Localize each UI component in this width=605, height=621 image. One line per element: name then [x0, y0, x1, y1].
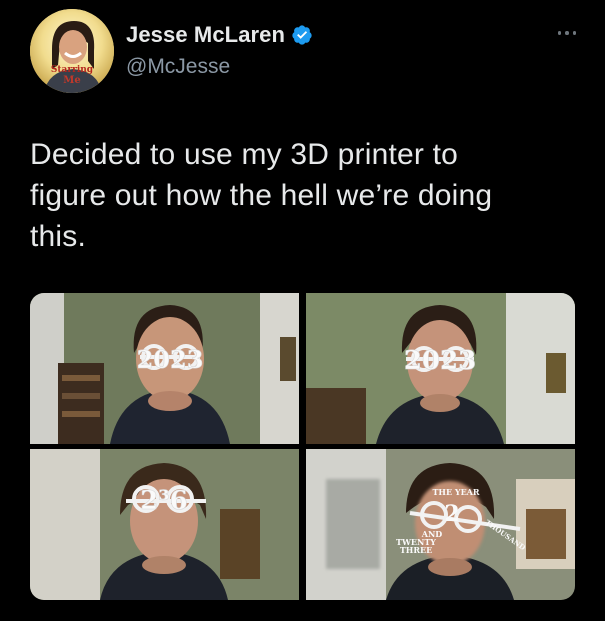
- avatar-caption-line2: Me: [63, 75, 81, 86]
- photo-2-image: 2023: [306, 293, 575, 444]
- tweet-card: Starring Me Jesse McLaren @McJesse Decid…: [0, 0, 605, 621]
- avatar-caption-line1: Starring: [50, 65, 94, 75]
- media-photo-3[interactable]: 2³6: [30, 449, 299, 600]
- photo-1-image: 2023: [30, 293, 299, 444]
- more-options-icon[interactable]: [552, 26, 582, 40]
- svg-text:THREE: THREE: [400, 545, 432, 555]
- photo-4-image: THE YEAR 2 AND TWENTY THREE THOUSAND: [306, 449, 575, 600]
- author-handle[interactable]: @McJesse: [126, 55, 230, 79]
- svg-text:THE YEAR: THE YEAR: [432, 487, 479, 497]
- media-photo-1[interactable]: 2023: [30, 293, 299, 444]
- more-dot: [565, 31, 569, 35]
- tweet-text: Decided to use my 3D printer to figure o…: [30, 138, 493, 253]
- author-name-row: Jesse McLaren: [126, 22, 313, 48]
- more-dot: [557, 31, 562, 35]
- media-photo-4[interactable]: THE YEAR 2 AND TWENTY THREE THOUSAND: [306, 449, 575, 600]
- svg-text:2³6: 2³6: [140, 486, 188, 516]
- avatar[interactable]: Starring Me: [30, 9, 114, 93]
- svg-text:2023: 2023: [137, 345, 204, 374]
- more-dot: [572, 31, 577, 35]
- svg-text:2: 2: [444, 501, 459, 527]
- author-display-name[interactable]: Jesse McLaren: [126, 22, 285, 48]
- photo-3-image: 2³6: [30, 449, 299, 600]
- svg-text:2023: 2023: [404, 346, 476, 376]
- media-photo-2[interactable]: 2023: [306, 293, 575, 444]
- verified-badge-icon: [292, 25, 312, 45]
- media-grid: 2023 2023 2³6 THE YEAR 2 AND TWENTY THRE…: [30, 293, 575, 600]
